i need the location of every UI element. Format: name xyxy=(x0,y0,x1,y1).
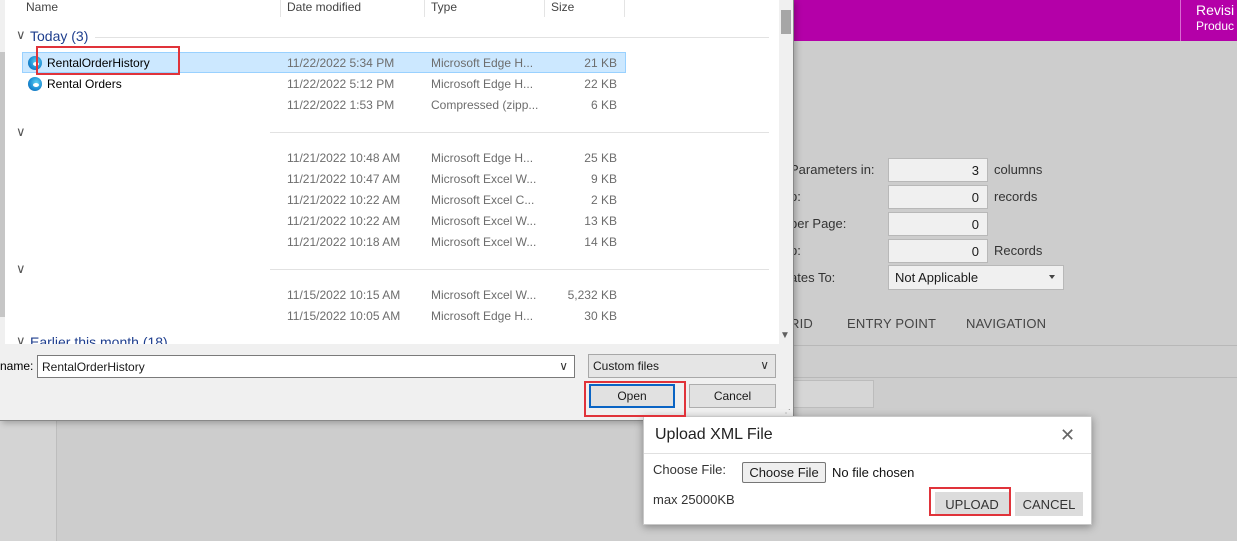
row4-suffix: Records xyxy=(994,243,1043,258)
params-label: Parameters in: xyxy=(790,162,875,177)
choose-file-button[interactable]: Choose File xyxy=(742,462,826,483)
file-size: 5,232 KB xyxy=(567,288,617,302)
row2-suffix: records xyxy=(994,189,1038,204)
scroll-down-arrow-icon[interactable]: ▼ xyxy=(780,330,790,341)
group-divider xyxy=(270,132,769,133)
file-size: 21 KB xyxy=(584,56,617,70)
chevron-down-icon[interactable]: ∨ xyxy=(16,27,26,43)
column-divider[interactable] xyxy=(424,0,425,17)
header-subtitle: Produc xyxy=(1196,19,1235,33)
file-size: 30 KB xyxy=(584,309,617,323)
left-nav-strip xyxy=(0,420,57,541)
highlight-box-open xyxy=(584,381,686,417)
file-type: Compressed (zipp... xyxy=(431,98,539,112)
file-type: Microsoft Edge H... xyxy=(431,56,534,70)
group-divider xyxy=(270,269,769,270)
upload-xml-modal: Upload XML File ✕ Choose File: Choose Fi… xyxy=(643,416,1092,525)
row4-input[interactable]: 0 xyxy=(888,239,988,263)
tab-entry-point[interactable]: ENTRY POINT xyxy=(847,316,936,331)
edge-file-icon xyxy=(28,77,42,91)
chevron-down-icon[interactable]: ∨ xyxy=(16,124,26,140)
choose-file-label: Choose File: xyxy=(653,462,726,477)
column-size[interactable]: Size xyxy=(551,0,574,14)
file-size: 9 KB xyxy=(590,172,617,186)
file-type: Microsoft Excel W... xyxy=(431,172,537,186)
header-divider xyxy=(1180,0,1181,41)
file-type: Microsoft Edge H... xyxy=(431,77,534,91)
chevron-down-icon[interactable]: ∨ xyxy=(16,261,26,277)
params-input[interactable]: 3 xyxy=(888,158,988,182)
file-type: Microsoft Excel W... xyxy=(431,235,537,249)
file-type: Microsoft Edge H... xyxy=(431,151,534,165)
modal-title: Upload XML File xyxy=(655,426,773,443)
filename-value: RentalOrderHistory xyxy=(42,360,145,374)
row3-input[interactable]: 0 xyxy=(888,212,988,236)
chevron-down-icon xyxy=(1049,275,1055,279)
file-date[interactable]: 11/21/2022 10:18 AM xyxy=(287,235,400,249)
file-date[interactable]: 11/15/2022 10:05 AM xyxy=(287,309,400,323)
file-date: 11/22/2022 5:34 PM xyxy=(287,56,395,70)
group-earlier-this-month[interactable]: Earlier this month (18) xyxy=(30,334,168,344)
filetype-select[interactable]: Custom files ∨ xyxy=(588,354,776,378)
file-list-scrollbar[interactable] xyxy=(779,0,793,344)
file-size: 25 KB xyxy=(584,151,617,165)
column-type[interactable]: Type xyxy=(431,0,457,14)
relates-select[interactable]: Not Applicable xyxy=(888,265,1064,290)
relates-label: ates To: xyxy=(790,270,836,285)
column-date[interactable]: Date modified xyxy=(287,0,361,14)
file-type: Microsoft Excel C... xyxy=(431,193,535,207)
file-date[interactable]: 11/21/2022 10:22 AM xyxy=(287,193,400,207)
chevron-down-icon: ∨ xyxy=(760,358,769,372)
close-icon[interactable]: ✕ xyxy=(1060,425,1075,446)
file-type: Microsoft Excel W... xyxy=(431,288,537,302)
filename-label: name: xyxy=(0,359,34,373)
tab-navigation[interactable]: NAVIGATION xyxy=(966,316,1046,331)
max-size-text: max 25000KB xyxy=(653,492,735,507)
file-size: 22 KB xyxy=(584,77,617,91)
file-date[interactable]: 11/21/2022 10:22 AM xyxy=(287,214,400,228)
highlight-box-upload xyxy=(929,487,1011,516)
column-divider[interactable] xyxy=(544,0,545,17)
group-divider xyxy=(95,37,769,38)
modal-divider xyxy=(644,453,1091,454)
modal-cancel-button[interactable]: CANCEL xyxy=(1015,492,1083,516)
file-date[interactable]: 11/22/2022 1:53 PM xyxy=(287,98,394,112)
filename-input[interactable]: RentalOrderHistory ∨ xyxy=(37,355,575,378)
row2-input[interactable]: 0 xyxy=(888,185,988,209)
no-file-text: No file chosen xyxy=(832,465,915,480)
cancel-button[interactable]: Cancel xyxy=(689,384,776,408)
column-divider[interactable] xyxy=(624,0,625,17)
highlight-box-file xyxy=(36,46,180,75)
params-suffix: columns xyxy=(994,162,1043,177)
file-size: 13 KB xyxy=(584,214,617,228)
relates-value: Not Applicable xyxy=(895,270,979,285)
file-name[interactable]: Rental Orders xyxy=(47,77,122,91)
file-type: Microsoft Edge H... xyxy=(431,309,534,323)
row3-label: ber Page: xyxy=(790,216,847,231)
scrollbar-thumb[interactable] xyxy=(781,10,791,34)
file-date[interactable]: 11/21/2022 10:48 AM xyxy=(287,151,400,165)
chevron-down-icon[interactable]: ∨ xyxy=(559,359,568,373)
file-type: Microsoft Excel W... xyxy=(431,214,537,228)
column-name[interactable]: Name xyxy=(26,0,58,14)
header-title: Revisi xyxy=(1196,2,1235,18)
tabs-underline xyxy=(790,345,1237,346)
section-divider xyxy=(790,377,1237,378)
file-date: 11/22/2022 5:12 PM xyxy=(287,77,395,91)
file-date[interactable]: 11/21/2022 10:47 AM xyxy=(287,172,400,186)
group-today[interactable]: Today (3) xyxy=(30,28,88,44)
file-size: 6 KB xyxy=(590,98,617,112)
file-size: 14 KB xyxy=(584,235,617,249)
filetype-value: Custom files xyxy=(593,359,660,373)
file-date[interactable]: 11/15/2022 10:15 AM xyxy=(287,288,400,302)
background-field xyxy=(790,380,874,408)
file-size: 2 KB xyxy=(590,193,617,207)
column-divider[interactable] xyxy=(280,0,281,17)
chevron-down-icon[interactable]: ∨ xyxy=(16,333,26,344)
